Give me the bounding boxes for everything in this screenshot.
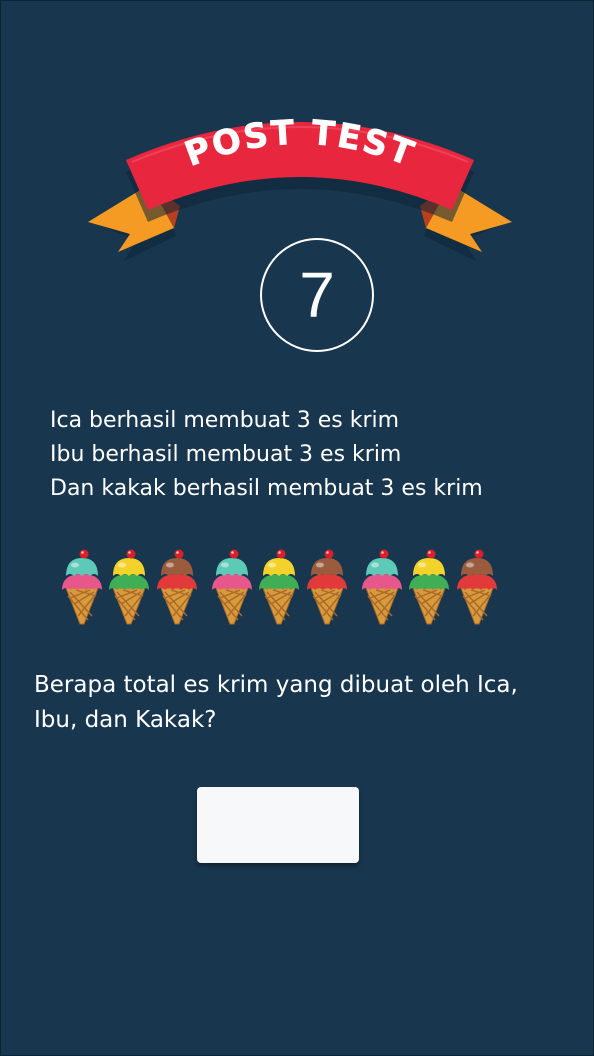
ice-cream-icon xyxy=(58,546,106,626)
ice-cream-icon xyxy=(303,546,351,626)
question-number: 7 xyxy=(299,259,335,331)
story-line-2: Ibu berhasil membuat 3 es krim xyxy=(50,442,402,467)
ice-cream-icon xyxy=(153,546,201,626)
ice-cream-row xyxy=(58,546,508,626)
ice-cream-icon xyxy=(208,546,256,626)
question-text: Berapa total es krim yang dibuat oleh Ic… xyxy=(34,668,574,738)
question-line-1: Berapa total es krim yang dibuat oleh Ic… xyxy=(34,672,518,698)
ice-cream-icon xyxy=(358,546,406,626)
ice-cream-icon xyxy=(453,546,501,626)
question-line-2: Ibu, dan Kakak? xyxy=(34,707,217,733)
ice-cream-icon xyxy=(255,546,303,626)
ice-cream-icon xyxy=(405,546,453,626)
story-line-3: Dan kakak berhasil membuat 3 es krim xyxy=(50,476,483,501)
story-line-1: Ica berhasil membuat 3 es krim xyxy=(50,408,400,433)
ice-cream-icon xyxy=(105,546,153,626)
story-text: Ica berhasil membuat 3 es krim Ibu berha… xyxy=(50,404,570,506)
answer-input[interactable] xyxy=(197,787,359,863)
question-number-badge: 7 xyxy=(260,238,374,352)
